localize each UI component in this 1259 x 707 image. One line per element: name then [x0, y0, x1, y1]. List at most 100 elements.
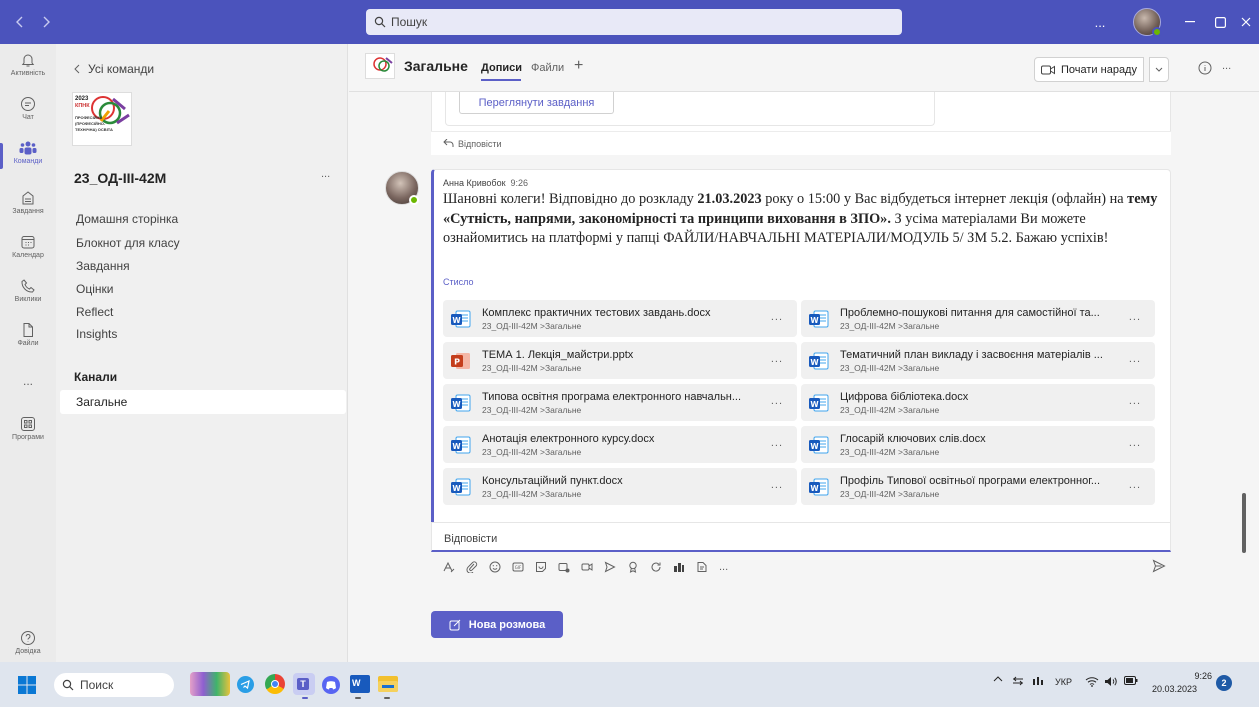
forward-icon[interactable]	[40, 16, 52, 28]
all-teams-link[interactable]: Усі команди	[74, 62, 154, 76]
send-later-icon[interactable]	[604, 561, 616, 573]
attachment-more-button[interactable]: ...	[1129, 479, 1141, 491]
gif-icon[interactable]: GIF	[512, 561, 524, 573]
attachment-card[interactable]: W Глосарій ключових слів.docx 23_ОД-ІІІ-42…	[801, 426, 1155, 463]
logo-year: 2023	[75, 96, 89, 102]
team-more-button[interactable]: ...	[321, 168, 330, 180]
volume-icon[interactable]	[1104, 676, 1118, 687]
attachment-more-button[interactable]: ...	[1129, 395, 1141, 407]
teams-taskbar-icon[interactable]: T	[293, 673, 315, 695]
back-icon[interactable]	[14, 16, 26, 28]
rail-item-activity[interactable]: Активність	[0, 52, 56, 77]
meeting-options-button[interactable]	[1149, 57, 1169, 82]
chrome-icon[interactable]	[265, 674, 285, 694]
send-button[interactable]	[1152, 559, 1166, 573]
user-avatar[interactable]	[1133, 8, 1162, 37]
pen-input-icon[interactable]	[1012, 676, 1024, 686]
forms-icon[interactable]	[696, 561, 708, 573]
search-input[interactable]: Пошук	[366, 9, 902, 35]
approvals-icon[interactable]	[673, 561, 685, 573]
reply-input[interactable]: Відповісти	[431, 522, 1171, 552]
attachment-card[interactable]: W Проблемно-пошукові питання для самостій…	[801, 300, 1155, 337]
keyboard-language[interactable]: УКР	[1055, 677, 1072, 687]
attachment-card[interactable]: W Типова освітня програма електронного на…	[443, 384, 797, 421]
praise-icon[interactable]	[627, 561, 639, 573]
sidebar-item-insights[interactable]: Insights	[76, 327, 117, 341]
new-conversation-button[interactable]: Нова розмова	[431, 611, 563, 638]
attachment-card[interactable]: W Тематичний план викладу і засвоєння мат…	[801, 342, 1155, 379]
rail-item-calls[interactable]: Виклики	[0, 278, 56, 303]
sticker-icon[interactable]	[535, 561, 547, 573]
format-icon[interactable]	[443, 561, 455, 573]
add-tab-button[interactable]: +	[574, 57, 583, 75]
start-meeting-button[interactable]: Почати нараду	[1034, 57, 1144, 82]
rail-label: Команди	[13, 158, 43, 165]
attachment-more-button[interactable]: ...	[771, 437, 783, 449]
minimize-button[interactable]	[1178, 0, 1202, 44]
attachment-card[interactable]: W Профіль Типової освітньої програми елек…	[801, 468, 1155, 505]
meet-now-icon[interactable]	[558, 561, 570, 573]
collapse-link[interactable]: Стисло	[443, 277, 474, 287]
apps-icon	[21, 417, 35, 431]
telegram-icon[interactable]	[237, 676, 254, 693]
close-button[interactable]	[1234, 0, 1258, 44]
channel-item-general[interactable]: Загальне	[60, 390, 346, 414]
rail-item-help[interactable]: Довідка	[0, 630, 56, 655]
loop-icon[interactable]	[650, 561, 662, 573]
sidebar-item-assignments[interactable]: Завдання	[76, 259, 130, 273]
start-button[interactable]	[18, 676, 36, 694]
wifi-icon[interactable]	[1085, 676, 1099, 687]
attachment-card[interactable]: W Цифрова бібліотека.docx 23_ОД-ІІІ-42М >З…	[801, 384, 1155, 421]
rail-item-chat[interactable]: Чат	[0, 96, 56, 121]
channel-team-icon	[365, 53, 395, 79]
more-options-button[interactable]: ...	[1088, 0, 1112, 44]
rail-item-assignments[interactable]: Завдання	[0, 190, 56, 215]
attachment-more-button[interactable]: ...	[771, 395, 783, 407]
sidebar-item-notebook[interactable]: Блокнот для класу	[76, 236, 180, 250]
svg-text:GIF: GIF	[515, 565, 522, 570]
attachment-more-button[interactable]: ...	[771, 311, 783, 323]
attach-icon[interactable]	[466, 561, 478, 573]
channel-info-button[interactable]	[1198, 61, 1212, 75]
attachment-card[interactable]: P ТЕМА 1. Лекція_майстри.pptx 23_ОД-ІІІ-42…	[443, 342, 797, 379]
rail-item-apps[interactable]: Програми	[0, 416, 56, 441]
clock-time[interactable]: 9:26	[1174, 671, 1212, 681]
rail-item-teams[interactable]: Команди	[0, 140, 56, 169]
attachment-more-button[interactable]: ...	[771, 479, 783, 491]
attachment-card[interactable]: W Консультаційний пункт.docx 23_ОД-ІІІ-42М…	[443, 468, 797, 505]
attachment-card[interactable]: W Анотація електронного курсу.docx 23_ОД-І…	[443, 426, 797, 463]
maximize-button[interactable]	[1208, 0, 1232, 44]
battery-icon[interactable]	[1124, 676, 1138, 685]
attachment-card[interactable]: W Комплекс практичних тестових завдань.do…	[443, 300, 797, 337]
view-assignment-button[interactable]: Переглянути завдання	[459, 92, 614, 114]
sidebar-item-reflect[interactable]: Reflect	[76, 305, 113, 319]
word-icon[interactable]: W	[350, 675, 370, 693]
attachment-more-button[interactable]: ...	[1129, 437, 1141, 449]
meet-tray-icon[interactable]	[1032, 676, 1044, 686]
taskbar-search[interactable]: Поиск	[54, 673, 174, 697]
tab-posts[interactable]: Дописи	[481, 62, 522, 74]
notification-badge[interactable]: 2	[1216, 675, 1232, 691]
emoji-icon[interactable]	[489, 561, 501, 573]
rail-item-calendar[interactable]: Календар	[0, 234, 56, 259]
discord-icon[interactable]	[322, 676, 340, 694]
rail-more-button[interactable]: ...	[0, 374, 56, 388]
author-avatar[interactable]	[385, 171, 419, 205]
channel-more-button[interactable]: ...	[1222, 60, 1231, 72]
rail-item-files[interactable]: Файли	[0, 322, 56, 347]
tab-files[interactable]: Файли	[531, 62, 564, 74]
attachment-more-button[interactable]: ...	[1129, 353, 1141, 365]
video-icon[interactable]	[581, 561, 593, 573]
more-tools-button[interactable]: ...	[719, 561, 728, 573]
scrollbar[interactable]	[1242, 493, 1246, 553]
show-hidden-icons-button[interactable]	[993, 676, 1003, 682]
previous-reply-link[interactable]: Відповісти	[431, 131, 1171, 155]
attachment-more-button[interactable]: ...	[1129, 311, 1141, 323]
attachment-more-button[interactable]: ...	[771, 353, 783, 365]
file-explorer-icon[interactable]	[378, 676, 398, 692]
clock-date[interactable]: 20.03.2023	[1152, 684, 1197, 694]
sidebar-item-grades[interactable]: Оцінки	[76, 282, 113, 296]
taskbar-widget-flowers[interactable]	[190, 672, 230, 696]
post-author[interactable]: Анна Кривобок	[443, 178, 506, 188]
sidebar-item-home[interactable]: Домашня сторінка	[76, 212, 178, 226]
